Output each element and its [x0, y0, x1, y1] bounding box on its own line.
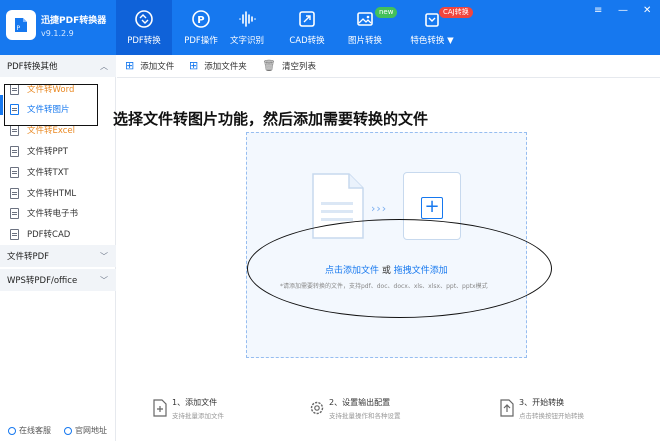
support-icon [8, 426, 16, 435]
new-badge: new [375, 7, 398, 18]
file-icon [10, 166, 19, 178]
wave-icon [239, 11, 256, 27]
tab-label: 特色转换 ▼ [410, 36, 454, 46]
step-desc: 支持批量操作和各种设置 [329, 412, 401, 420]
sidebar-item-label: 文件转HTML [27, 189, 77, 199]
step-title: 2、设置输出配置 [329, 398, 391, 407]
sidebar-item-to-html[interactable]: 文件转HTML [0, 183, 116, 203]
annotation-box [4, 84, 98, 126]
file-icon [10, 124, 19, 136]
add-file-label: 添加文件 [140, 62, 175, 72]
tab-label: CAD转换 [289, 36, 325, 46]
minimize-icon[interactable]: — [618, 5, 628, 16]
globe-icon [64, 426, 72, 435]
step-desc: 支持批量添加文件 [172, 412, 224, 420]
website-link[interactable]: 官网地址 [64, 425, 107, 436]
cad-icon [299, 11, 315, 27]
step-title: 1、添加文件 [172, 398, 218, 407]
svg-text:P: P [197, 15, 204, 26]
chevron-down-icon: ﹀ [100, 276, 108, 285]
chevron-down-icon: ﹀ [100, 252, 108, 261]
add-folder-label: 添加文件夹 [204, 62, 247, 72]
sidebar-item-to-txt[interactable]: 文件转TXT [0, 162, 116, 182]
sidebar-item-label: 文件转电子书 [27, 209, 79, 219]
sidebar-item-to-ppt[interactable]: 文件转PPT [0, 141, 116, 161]
add-file-icon: ⊞ [125, 59, 135, 72]
sidebar-item-label: 文件转TXT [27, 168, 69, 178]
file-icon [10, 187, 19, 199]
section-label: WPS转PDF/office [7, 276, 78, 286]
trash-icon: 🗑 [262, 59, 276, 72]
tab-ocr[interactable]: 文字识别 [219, 0, 275, 55]
tab-cad[interactable]: CAD转换 [279, 0, 335, 55]
add-folder-icon: ⊞ [189, 59, 199, 72]
annotation-ellipse [247, 219, 552, 318]
support-label: 在线客服 [19, 426, 51, 435]
add-folder-button[interactable]: ⊞ 添加文件夹 [189, 60, 247, 72]
plus-icon: + [421, 197, 443, 219]
section-label: 文件转PDF [7, 252, 50, 262]
sidebar-section-wps[interactable]: WPS转PDF/office ﹀ [0, 269, 116, 291]
sidebar-item-to-cad[interactable]: PDF转CAD [0, 224, 116, 244]
step-desc: 点击转换按钮开始转换 [519, 412, 584, 420]
sidebar-item-label: 文件转PPT [27, 147, 68, 157]
tab-label: 图片转换 [347, 36, 382, 46]
sidebar-item-label: PDF转CAD [27, 230, 71, 240]
arrow-right-icon: ››› [371, 202, 388, 215]
add-file-icon [153, 399, 167, 417]
convert-icon [135, 10, 153, 28]
convert-file-icon [500, 399, 514, 417]
file-icon [10, 145, 19, 157]
add-file-button[interactable]: ⊞ 添加文件 [125, 60, 174, 72]
file-icon [10, 207, 19, 219]
sidebar-section-to-pdf[interactable]: 文件转PDF ﹀ [0, 245, 116, 267]
tab-label: 文字识别 [229, 36, 264, 46]
clear-list-button[interactable]: 🗑 清空列表 [262, 60, 316, 72]
step-title: 3、开始转换 [519, 398, 565, 407]
caj-badge: CAJ转换 [439, 7, 473, 18]
tab-label: PDF转换 [127, 36, 161, 46]
instruction-caption: 选择文件转图片功能，然后添加需要转换的文件 [113, 110, 429, 128]
toolbar: ⊞ 添加文件 ⊞ 添加文件夹 🗑 清空列表 [117, 55, 660, 78]
app-version: v9.1.2.9 [41, 29, 74, 38]
app-logo: P [6, 10, 36, 40]
app-title: 迅捷PDF转换器 [41, 16, 107, 26]
online-support-link[interactable]: 在线客服 [8, 425, 51, 436]
clear-list-label: 清空列表 [281, 62, 316, 72]
image-icon [357, 12, 373, 26]
svg-text:P: P [17, 25, 21, 32]
website-label: 官网地址 [75, 426, 107, 435]
section-label: PDF转换其他 [7, 62, 58, 72]
title-bar: P 迅捷PDF转换器 v9.1.2.9 PDF转换 P PDF操作 文字识别 C… [0, 0, 660, 55]
chevron-up-icon: ︿ [100, 62, 108, 71]
sidebar-section-pdf-convert[interactable]: PDF转换其他 ︿ [0, 55, 116, 77]
gear-icon [310, 401, 324, 415]
sidebar-item-to-ebook[interactable]: 文件转电子书 [0, 203, 116, 223]
operate-icon: P [192, 10, 210, 28]
file-icon [10, 228, 19, 240]
tab-pdf-convert[interactable]: PDF转换 [116, 0, 172, 55]
menu-icon[interactable]: ≡ [594, 5, 602, 16]
close-icon[interactable]: ✕ [643, 5, 651, 16]
